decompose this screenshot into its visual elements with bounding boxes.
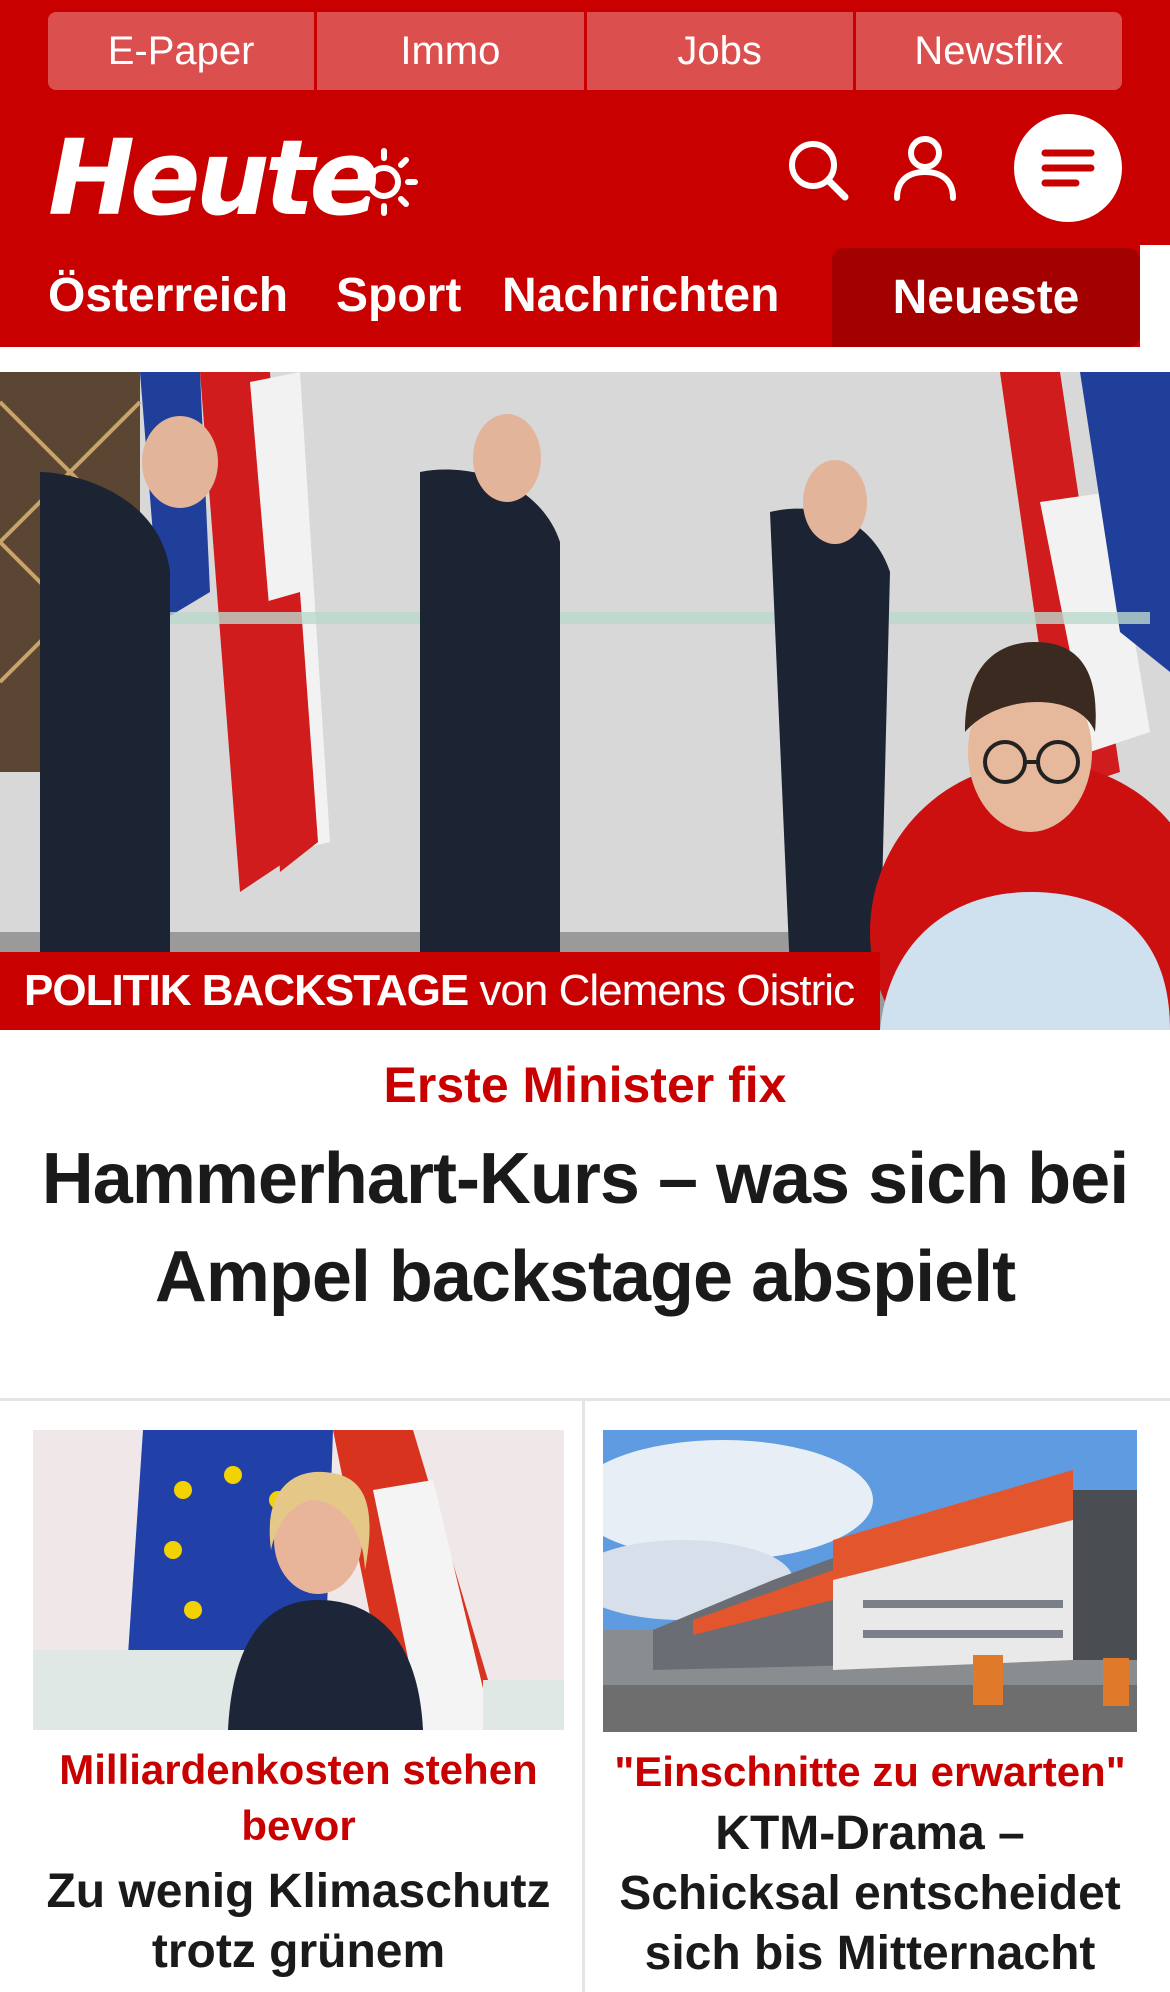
card-kicker-1[interactable]: Milliardenkosten stehen bevor [33, 1742, 564, 1854]
user-icon[interactable] [892, 134, 958, 202]
card-title-1[interactable]: Zu wenig Klimaschutz trotz grünem [33, 1862, 564, 1982]
card-title-2[interactable]: KTM-Drama – Schicksal entscheidet sich b… [603, 1804, 1137, 1984]
nav-edge [1140, 245, 1170, 347]
subnav-newsflix[interactable]: Newsflix [852, 12, 1122, 90]
nav-sport[interactable]: Sport [336, 245, 461, 347]
menu-icon [1041, 149, 1095, 187]
subnav-jobs[interactable]: Jobs [583, 12, 853, 90]
hero-kicker[interactable]: Erste Minister fix [0, 1052, 1170, 1118]
subnav-immo[interactable]: Immo [314, 12, 584, 90]
hero-headline[interactable]: Hammerhart-Kurs – was sich bei Ampel bac… [20, 1130, 1150, 1326]
site-logo[interactable]: Heute [48, 118, 380, 238]
banner-column-name: POLITIK BACKSTAGE [24, 966, 469, 1015]
banner-author: von Clemens Oistric [479, 966, 855, 1015]
card-kicker-2[interactable]: "Einschnitte zu erwarten" [603, 1744, 1137, 1800]
sun-icon[interactable] [350, 148, 418, 216]
grid-divider [0, 1398, 1170, 1401]
menu-button[interactable] [1014, 114, 1122, 222]
search-icon[interactable] [786, 138, 850, 202]
top-service-nav: E-Paper Immo Jobs Newsflix [48, 12, 1122, 90]
nav-oesterreich[interactable]: Österreich [48, 245, 288, 347]
nav-nachrichten[interactable]: Nachrichten [502, 245, 779, 347]
hero-banner-text[interactable]: POLITIK BACKSTAGE von Clemens Oistric [24, 958, 855, 1024]
grid-column-divider [582, 1400, 585, 1992]
hero-image[interactable] [0, 372, 1170, 1030]
subnav-epaper[interactable]: E-Paper [48, 12, 315, 90]
card-image-2[interactable] [603, 1430, 1137, 1732]
card-image-1[interactable] [33, 1430, 564, 1730]
nav-neueste-tab[interactable]: Neueste [832, 248, 1140, 347]
